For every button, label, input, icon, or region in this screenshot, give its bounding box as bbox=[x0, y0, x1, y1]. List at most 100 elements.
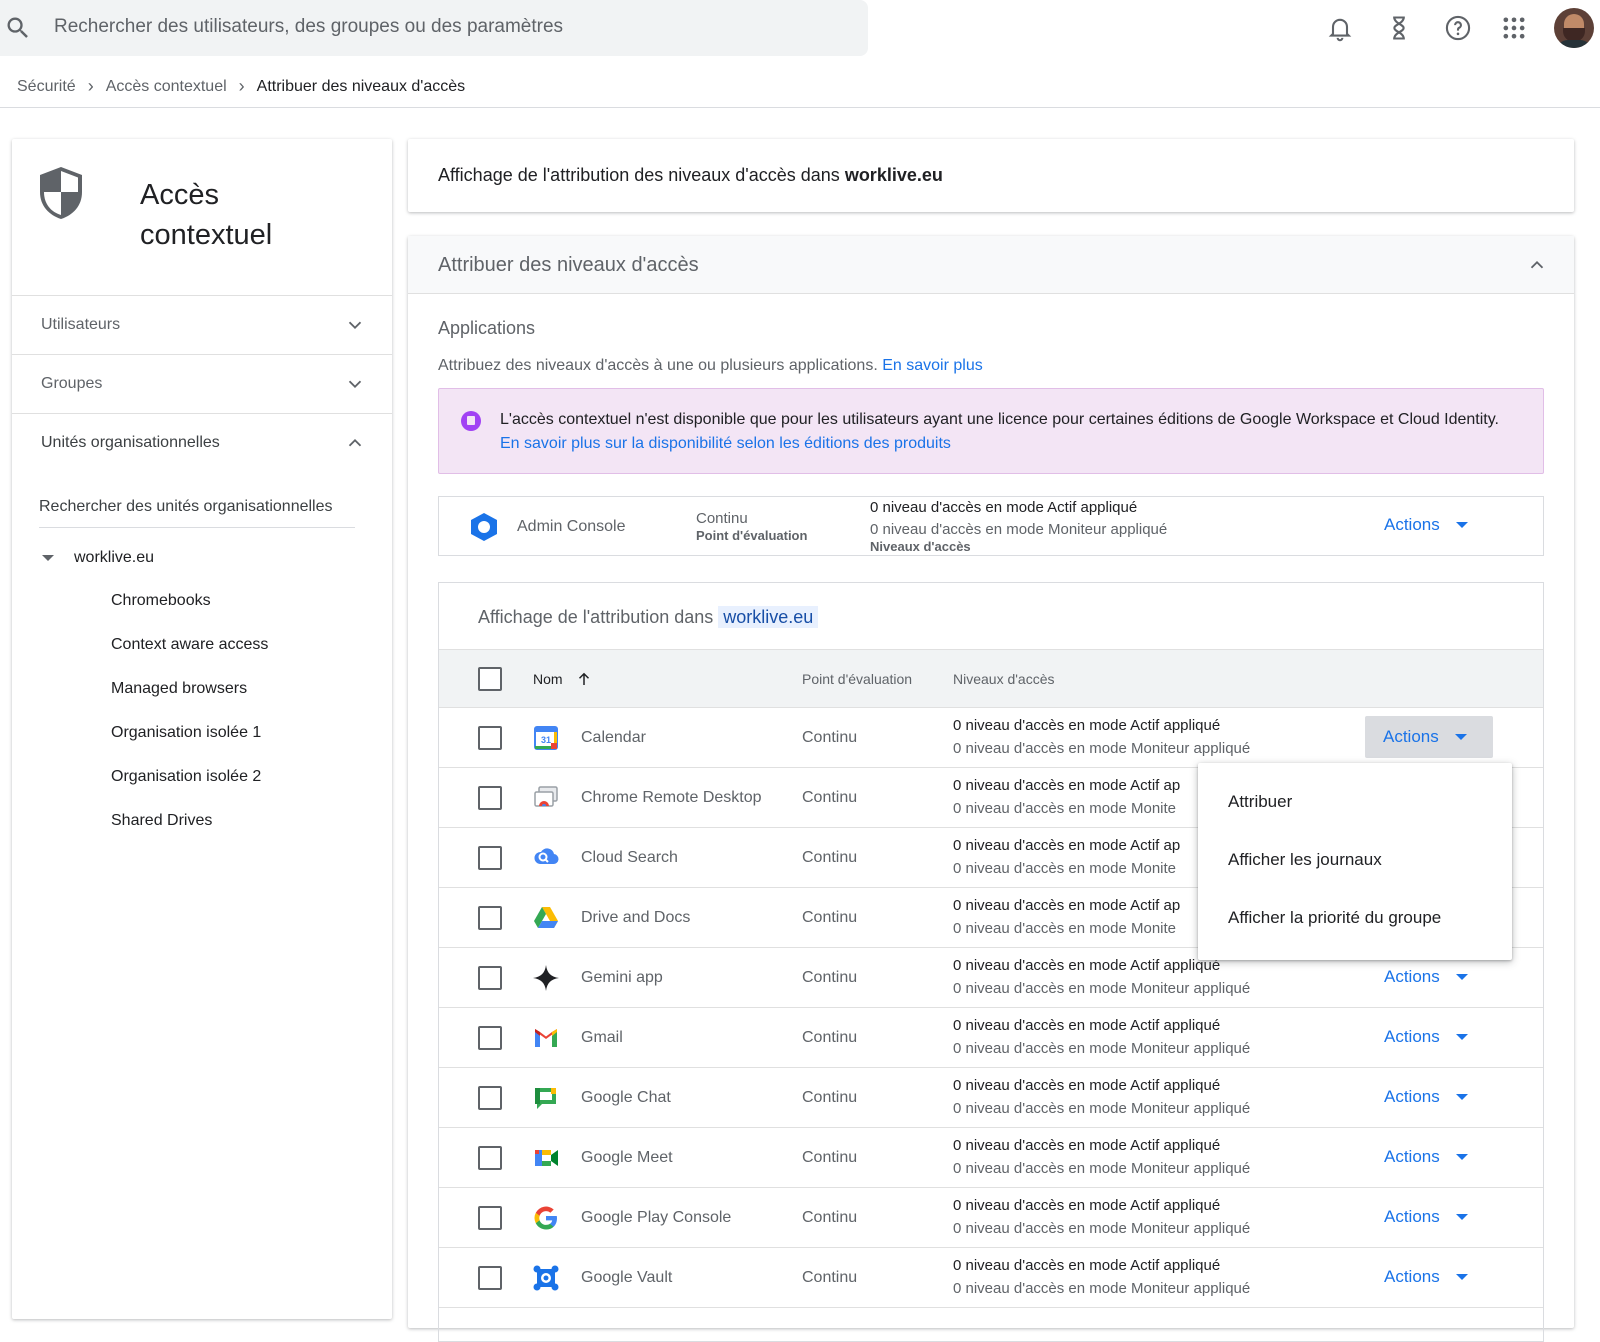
apps-grid-icon[interactable] bbox=[1500, 14, 1528, 42]
actions-button[interactable]: Actions bbox=[1365, 716, 1493, 758]
section-org-units-label: Unités organisationnelles bbox=[41, 434, 220, 451]
app-name: Google Vault bbox=[581, 1269, 673, 1286]
actions-button[interactable]: Actions bbox=[1384, 1207, 1468, 1227]
app-name: Google Meet bbox=[581, 1149, 673, 1166]
active-levels: 0 niveau d'accès en mode Actif appliqué bbox=[953, 1257, 1221, 1274]
row-checkbox[interactable] bbox=[478, 966, 502, 990]
table-row: 31 Calendar Continu 0 niveau d'accès en … bbox=[439, 708, 1543, 768]
arrow-up-icon[interactable] bbox=[575, 670, 593, 688]
active-levels: 0 niveau d'accès en mode Actif ap bbox=[953, 897, 1181, 914]
app-name: Drive and Docs bbox=[581, 909, 691, 926]
monitor-levels: 0 niveau d'accès en mode Monite bbox=[953, 800, 1177, 817]
search-bar[interactable]: Rechercher des utilisateurs, des groupes… bbox=[0, 0, 868, 56]
learn-more-link[interactable]: En savoir plus bbox=[882, 357, 983, 374]
section-users[interactable]: Utilisateurs bbox=[12, 295, 392, 354]
chevron-right-icon: › bbox=[87, 76, 94, 96]
caret-down-icon bbox=[1455, 1154, 1468, 1160]
row-checkbox[interactable] bbox=[478, 1206, 502, 1230]
triangle-down-icon[interactable] bbox=[42, 555, 54, 561]
assign-title: Attribuer des niveaux d'accès bbox=[438, 254, 699, 276]
apps-table: Affichage de l'attribution dans worklive… bbox=[438, 582, 1544, 1342]
app-eval: Continu bbox=[802, 729, 858, 746]
row-checkbox[interactable] bbox=[478, 1026, 502, 1050]
breadcrumb-security[interactable]: Sécurité bbox=[17, 78, 76, 96]
monitor-levels: 0 niveau d'accès en mode Monite bbox=[953, 920, 1177, 937]
table-row: Google Play Console Continu 0 niveau d'a… bbox=[439, 1188, 1543, 1248]
row-checkbox[interactable] bbox=[478, 1086, 502, 1110]
row-checkbox[interactable] bbox=[478, 726, 502, 750]
table-row: Google Chat Continu 0 niveau d'accès en … bbox=[439, 1068, 1543, 1128]
menu-item-assign[interactable]: Attribuer bbox=[1228, 792, 1292, 812]
hourglass-icon[interactable] bbox=[1385, 14, 1413, 42]
assign-header[interactable]: Attribuer des niveaux d'accès bbox=[408, 236, 1574, 294]
ou-item[interactable]: Chromebooks bbox=[111, 592, 211, 610]
app-eval: Continu bbox=[802, 1149, 858, 1166]
search-input[interactable]: Rechercher des utilisateurs, des groupes… bbox=[54, 16, 563, 38]
google-meet-icon bbox=[535, 1150, 558, 1166]
ou-item[interactable]: Organisation isolée 2 bbox=[111, 768, 261, 786]
ou-item[interactable]: Shared Drives bbox=[111, 812, 212, 830]
actions-button[interactable]: Actions bbox=[1384, 515, 1468, 535]
avatar[interactable] bbox=[1554, 8, 1594, 48]
ou-item[interactable]: Managed browsers bbox=[111, 680, 247, 698]
breadcrumb-context-access[interactable]: Accès contextuel bbox=[106, 78, 227, 96]
app-eval: Continu bbox=[802, 909, 858, 926]
row-checkbox[interactable] bbox=[478, 846, 502, 870]
active-levels: 0 niveau d'accès en mode Actif appliqué bbox=[953, 957, 1221, 974]
license-banner: L'accès contextuel n'est disponible que … bbox=[438, 388, 1544, 474]
app-eval: Continu bbox=[802, 1029, 858, 1046]
section-groups[interactable]: Groupes bbox=[12, 354, 392, 413]
ou-root[interactable]: worklive.eu bbox=[42, 549, 154, 567]
gmail-icon bbox=[535, 1029, 557, 1047]
actions-button[interactable]: Actions bbox=[1384, 1267, 1468, 1287]
row-checkbox[interactable] bbox=[478, 906, 502, 930]
actions-menu: Attribuer Afficher les journaux Afficher… bbox=[1198, 763, 1512, 960]
ou-item[interactable]: Context aware access bbox=[111, 636, 268, 654]
caret-down-icon bbox=[1454, 734, 1467, 740]
banner-text: L'accès contextuel n'est disponible que … bbox=[500, 411, 1499, 452]
actions-button[interactable]: Actions bbox=[1384, 967, 1468, 987]
shield-icon bbox=[40, 167, 82, 219]
admin-console-eval: Continu bbox=[696, 510, 748, 527]
actions-button[interactable]: Actions bbox=[1384, 1147, 1468, 1167]
bell-icon[interactable] bbox=[1326, 14, 1354, 42]
monitor-levels: 0 niveau d'accès en mode Moniteur appliq… bbox=[953, 1040, 1251, 1057]
help-icon[interactable] bbox=[1444, 14, 1472, 42]
summary-domain: worklive.eu bbox=[844, 165, 943, 185]
chevron-down-icon bbox=[348, 380, 362, 389]
active-levels: 0 niveau d'accès en mode Actif appliqué bbox=[953, 717, 1221, 734]
ou-item[interactable]: Organisation isolée 1 bbox=[111, 724, 261, 742]
ou-search-input[interactable]: Rechercher des unités organisationnelles bbox=[39, 496, 355, 528]
app-eval: Continu bbox=[802, 1209, 858, 1226]
table-row: Gmail Continu 0 niveau d'accès en mode A… bbox=[439, 1008, 1543, 1068]
menu-item-view-logs[interactable]: Afficher les journaux bbox=[1228, 850, 1382, 870]
row-checkbox[interactable] bbox=[478, 786, 502, 810]
column-name[interactable]: Nom bbox=[533, 671, 563, 687]
section-org-units[interactable]: Unités organisationnelles bbox=[12, 413, 392, 472]
menu-item-group-priority[interactable]: Afficher la priorité du groupe bbox=[1228, 908, 1441, 928]
calendar-icon: 31 bbox=[534, 726, 558, 750]
caret-down-icon bbox=[1455, 1274, 1468, 1280]
svg-text:31: 31 bbox=[541, 735, 551, 745]
chevron-up-icon[interactable] bbox=[1526, 254, 1548, 276]
caret-down-icon bbox=[1455, 1094, 1468, 1100]
row-checkbox[interactable] bbox=[478, 1146, 502, 1170]
table-header: Nom Point d'évaluation Niveaux d'accès bbox=[439, 649, 1543, 708]
table-row: Google Meet Continu 0 niveau d'accès en … bbox=[439, 1128, 1543, 1188]
chevron-right-icon: › bbox=[238, 76, 245, 96]
monitor-levels: 0 niveau d'accès en mode Moniteur appliq… bbox=[953, 1280, 1251, 1297]
apps-heading: Applications bbox=[438, 318, 536, 338]
actions-button[interactable]: Actions bbox=[1384, 1027, 1468, 1047]
app-eval: Continu bbox=[802, 1089, 858, 1106]
flag-icon bbox=[461, 411, 481, 431]
row-checkbox[interactable] bbox=[478, 1266, 502, 1290]
caret-down-icon bbox=[1455, 1034, 1468, 1040]
left-panel: Accès contextuel Utilisateurs Groupes Un… bbox=[12, 139, 392, 1319]
monitor-levels: 0 niveau d'accès en mode Moniteur appliq… bbox=[953, 1220, 1251, 1237]
select-all-checkbox[interactable] bbox=[478, 667, 502, 691]
actions-button[interactable]: Actions bbox=[1384, 1087, 1468, 1107]
monitor-levels: 0 niveau d'accès en mode Moniteur appliq… bbox=[953, 1100, 1251, 1117]
chevron-up-icon bbox=[348, 438, 362, 447]
app-eval: Continu bbox=[802, 1269, 858, 1286]
editions-link[interactable]: En savoir plus sur la disponibilité selo… bbox=[500, 435, 951, 452]
